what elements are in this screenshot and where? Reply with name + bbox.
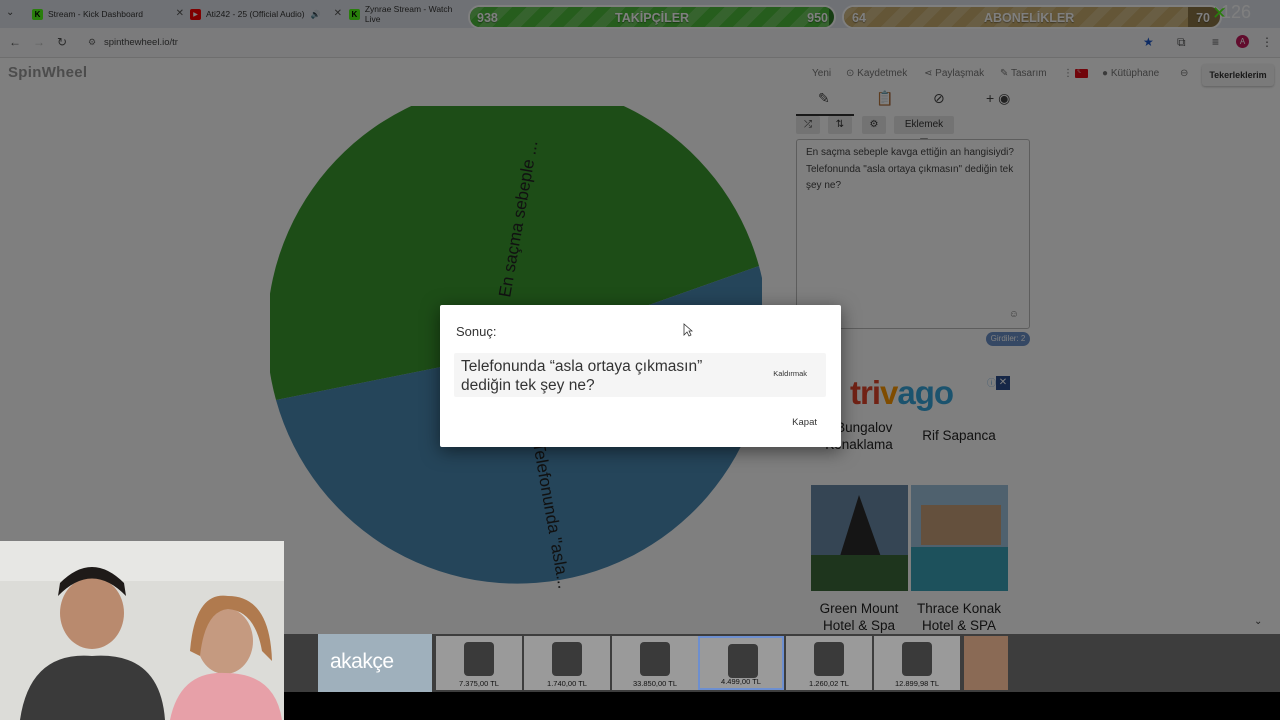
product-image: [902, 642, 932, 676]
dialog-result-text: Telefonunda “asla ortaya çıkmasın” dediğ…: [461, 358, 703, 394]
product-card-partial[interactable]: [964, 636, 1008, 690]
product-image: [728, 644, 758, 678]
remove-button[interactable]: Kaldırmak: [768, 366, 812, 381]
product-price: 1.740,00 TL: [547, 679, 587, 688]
akakce-shopping-bar: akakçe 7.375,00 TL 1.740,00 TL 33.850,00…: [284, 634, 1280, 692]
bottom-bar: [284, 692, 1280, 720]
webcam-feed: [0, 541, 284, 720]
akakce-logo[interactable]: akakçe: [318, 634, 432, 692]
product-card[interactable]: 1.260,02 TL: [786, 636, 872, 690]
akakce-brand: akakçe: [330, 650, 394, 673]
product-card-selected[interactable]: 4.499,00 TL: [698, 636, 784, 690]
product-price: 12.899,98 TL: [894, 679, 940, 688]
product-image: [464, 642, 494, 676]
mouse-cursor-icon: [683, 323, 693, 337]
product-price: 33.850,00 TL: [632, 679, 678, 688]
product-price: 4.499,00 TL: [721, 677, 761, 686]
product-image: [552, 642, 582, 676]
close-button[interactable]: Kapat: [792, 417, 817, 428]
product-price: 7.375,00 TL: [459, 679, 499, 688]
product-image: [640, 642, 670, 676]
result-dialog: Sonuç: Telefonunda “asla ortaya çıkmasın…: [440, 305, 841, 447]
product-image: [814, 642, 844, 676]
product-price: 1.260,02 TL: [809, 679, 849, 688]
product-card[interactable]: 33.850,00 TL: [612, 636, 698, 690]
dialog-result-box: Telefonunda “asla ortaya çıkmasın” dediğ…: [454, 353, 826, 397]
dialog-title: Sonuç:: [456, 324, 497, 339]
product-card[interactable]: 7.375,00 TL: [436, 636, 522, 690]
product-card[interactable]: 12.899,98 TL: [874, 636, 960, 690]
product-card[interactable]: 1.740,00 TL: [524, 636, 610, 690]
